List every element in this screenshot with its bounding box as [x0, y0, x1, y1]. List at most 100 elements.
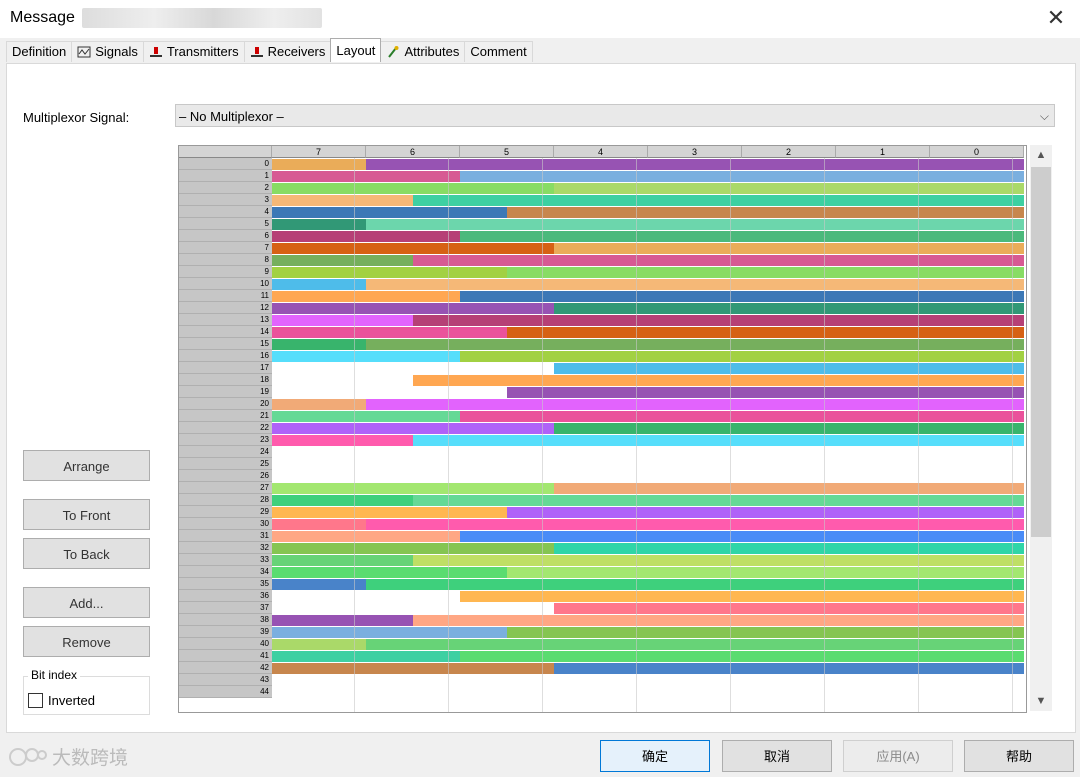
signal-bar[interactable] — [272, 158, 366, 170]
signal-bar[interactable] — [460, 170, 1024, 182]
signal-bar[interactable] — [272, 218, 366, 230]
signal-bar[interactable] — [272, 530, 460, 542]
signal-bar[interactable] — [366, 278, 1024, 290]
signal-bar[interactable] — [413, 374, 1024, 386]
signal-bar[interactable] — [272, 422, 554, 434]
multiplexor-select[interactable]: – No Multiplexor – ⌵ — [175, 104, 1055, 127]
signal-bar[interactable] — [366, 638, 1024, 650]
signal-bar[interactable] — [272, 338, 366, 350]
tab-comment[interactable]: Comment — [464, 41, 533, 62]
signal-bar[interactable] — [272, 266, 507, 278]
cancel-button[interactable]: 取消 — [722, 740, 832, 772]
signal-bar[interactable] — [272, 638, 366, 650]
add-button[interactable]: Add... — [23, 587, 150, 618]
signal-bar[interactable] — [507, 386, 1024, 398]
signal-bar[interactable] — [413, 494, 1024, 506]
signal-bar[interactable] — [460, 290, 1024, 302]
signal-bar[interactable] — [272, 242, 554, 254]
tab-definition[interactable]: Definition — [6, 41, 73, 62]
signal-bar[interactable] — [554, 602, 1024, 614]
signal-bar[interactable] — [507, 266, 1024, 278]
signal-bar[interactable] — [272, 410, 460, 422]
signal-bar[interactable] — [272, 278, 366, 290]
signal-bar[interactable] — [554, 182, 1024, 194]
signal-bar[interactable] — [554, 482, 1024, 494]
signal-bar[interactable] — [272, 662, 554, 674]
signal-bar[interactable] — [272, 254, 413, 266]
signal-bar[interactable] — [507, 206, 1024, 218]
signal-bar[interactable] — [272, 326, 507, 338]
scrollbar-thumb[interactable] — [1031, 167, 1051, 537]
signal-bar[interactable] — [366, 398, 1024, 410]
signal-bar[interactable] — [366, 338, 1024, 350]
tab-receivers[interactable]: Receivers — [243, 41, 332, 62]
vertical-scrollbar[interactable]: ▲ ▼ — [1030, 145, 1052, 711]
signal-bar[interactable] — [554, 362, 1024, 374]
signal-bar[interactable] — [272, 566, 507, 578]
to-back-button[interactable]: To Back — [23, 538, 150, 569]
to-front-button[interactable]: To Front — [23, 499, 150, 530]
signal-bar[interactable] — [366, 578, 1024, 590]
signal-bar[interactable] — [507, 506, 1024, 518]
signal-bar[interactable] — [272, 554, 413, 566]
signal-bar[interactable] — [272, 302, 554, 314]
arrange-button[interactable]: Arrange — [23, 450, 150, 481]
signal-bar[interactable] — [366, 218, 1024, 230]
signal-bar[interactable] — [272, 194, 413, 206]
signal-bar[interactable] — [272, 542, 554, 554]
signal-bar[interactable] — [272, 626, 507, 638]
scroll-down-icon[interactable]: ▼ — [1030, 691, 1052, 711]
apply-button[interactable]: 应用(A) — [843, 740, 953, 772]
tab-attributes[interactable]: Attributes — [380, 41, 466, 62]
close-icon[interactable]: ✕ — [1044, 6, 1068, 30]
signal-bar[interactable] — [272, 362, 554, 374]
signal-bar[interactable] — [272, 614, 413, 626]
signal-bar[interactable] — [413, 194, 1024, 206]
signal-bar[interactable] — [460, 650, 1024, 662]
remove-button[interactable]: Remove — [23, 626, 150, 657]
signal-bar[interactable] — [413, 314, 1024, 326]
signal-bar[interactable] — [460, 530, 1024, 542]
signal-bar[interactable] — [460, 590, 1024, 602]
signal-bar[interactable] — [366, 518, 1024, 530]
signal-bar[interactable] — [272, 398, 366, 410]
signal-bar[interactable] — [272, 314, 413, 326]
signal-bar[interactable] — [413, 554, 1024, 566]
tab-layout[interactable]: Layout — [330, 38, 382, 62]
signal-bar[interactable] — [413, 434, 1024, 446]
signal-layout-grid[interactable]: 7 6 5 4 3 2 1 0 0 1 2 3 4 5 6 7 8 9 10 11 12 13 14 15 16 17 18 19 20… — [178, 145, 1027, 713]
signal-bar[interactable] — [413, 254, 1024, 266]
signal-bar[interactable] — [507, 566, 1024, 578]
signal-bar[interactable] — [460, 350, 1024, 362]
signal-bar[interactable] — [460, 230, 1024, 242]
signal-bar[interactable] — [554, 302, 1024, 314]
signal-bar[interactable] — [272, 434, 413, 446]
signal-bar[interactable] — [272, 506, 507, 518]
signal-bar[interactable] — [272, 230, 460, 242]
signal-bar[interactable] — [554, 242, 1024, 254]
tab-transmitters[interactable]: Transmitters — [142, 41, 245, 62]
signal-bar[interactable] — [272, 650, 460, 662]
signal-bar[interactable] — [554, 542, 1024, 554]
signal-bar[interactable] — [272, 350, 460, 362]
signal-bar[interactable] — [272, 374, 413, 386]
signal-bar[interactable] — [272, 206, 507, 218]
ok-button[interactable]: 确定 — [600, 740, 710, 772]
signal-bar[interactable] — [272, 602, 554, 614]
signal-bar[interactable] — [272, 518, 366, 530]
signal-bar[interactable] — [272, 170, 460, 182]
signal-bar[interactable] — [272, 578, 366, 590]
signal-bar[interactable] — [272, 290, 460, 302]
signal-bar[interactable] — [272, 494, 413, 506]
signal-bar[interactable] — [554, 422, 1024, 434]
scroll-up-icon[interactable]: ▲ — [1030, 145, 1052, 165]
signal-bar[interactable] — [272, 386, 507, 398]
signal-bar[interactable] — [272, 590, 460, 602]
signal-bar[interactable] — [413, 614, 1024, 626]
signal-bar[interactable] — [554, 662, 1024, 674]
signal-bar[interactable] — [507, 326, 1024, 338]
signal-bar[interactable] — [272, 182, 554, 194]
tab-signals[interactable]: Signals — [71, 41, 144, 62]
signal-bar[interactable] — [507, 626, 1024, 638]
help-button[interactable]: 帮助 — [964, 740, 1074, 772]
